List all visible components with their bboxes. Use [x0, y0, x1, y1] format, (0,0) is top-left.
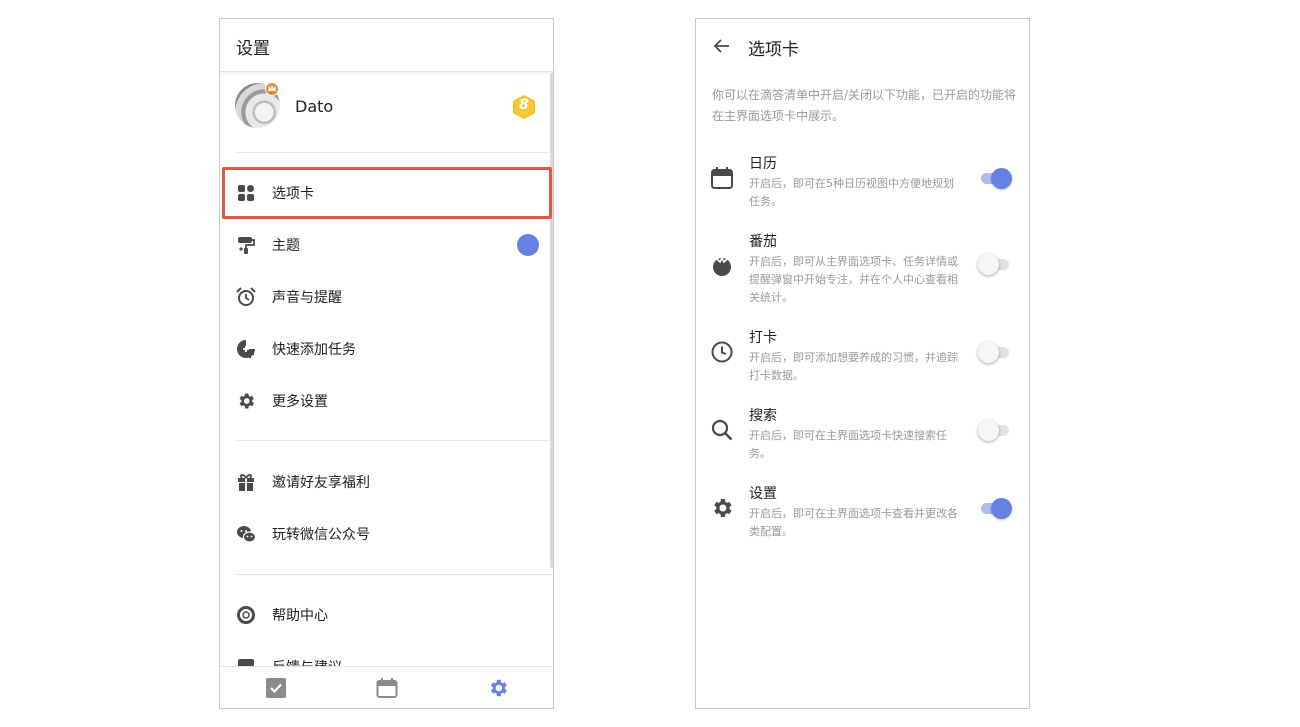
gift-icon [236, 472, 256, 492]
level-badge[interactable]: 8 [512, 94, 536, 120]
menu-item-invite-friends[interactable]: 邀请好友享福利 [220, 456, 552, 508]
menu-item-label: 主题 [272, 238, 300, 254]
gear-icon [710, 496, 734, 520]
feature-title: 搜索 [749, 408, 777, 424]
quick-add-icon [236, 339, 256, 359]
calendar-icon[interactable] [376, 677, 398, 699]
paint-roller-icon [236, 235, 256, 255]
bottom-navigation [220, 666, 553, 708]
settings-icon[interactable] [487, 677, 509, 699]
pomodoro-toggle[interactable] [978, 253, 1012, 275]
menu-item-tabs[interactable]: 选项卡 [220, 167, 552, 219]
menu-item-label: 邀请好友享福利 [272, 475, 370, 491]
calendar-toggle[interactable] [978, 167, 1012, 189]
divider [236, 152, 552, 153]
gear-icon [236, 391, 256, 411]
feature-description: 开启后，即可在主界面选项卡查看并更改各类配置。 [749, 507, 958, 538]
feature-pomodoro: 番茄 开启后，即可从主界面选项卡、任务详情或提醒弹窗中开始专注，并在个人中心查看… [696, 231, 1029, 304]
search-toggle[interactable] [978, 419, 1012, 441]
menu-item-wechat[interactable]: 玩转微信公众号 [220, 508, 552, 560]
tasks-icon[interactable] [265, 677, 287, 699]
feature-calendar: 日历 开启后，即可在5种日历视图中方便地规划任务。 [696, 153, 1029, 223]
settings-header: 设置 [220, 19, 553, 72]
menu-item-label: 更多设置 [272, 394, 328, 410]
feature-description: 开启后，即可添加想要养成的习惯，并追踪打卡数据。 [749, 351, 958, 382]
feature-title: 设置 [749, 486, 777, 502]
menu-item-help-center[interactable]: 帮助中心 [220, 589, 552, 641]
menu-item-label: 快速添加任务 [272, 342, 356, 358]
page-title: 设置 [236, 39, 270, 59]
tomato-icon [710, 253, 734, 277]
tabs-grid-icon [236, 183, 256, 203]
theme-color-swatch [517, 234, 539, 256]
feature-habit: 打卡 开启后，即可添加想要养成的习惯，并追踪打卡数据。 [696, 327, 1029, 397]
lifebuoy-icon [236, 605, 256, 625]
menu-item-label: 玩转微信公众号 [272, 527, 370, 543]
scrollbar[interactable] [550, 73, 553, 568]
clock-icon [710, 340, 734, 364]
habit-toggle[interactable] [978, 341, 1012, 363]
divider [236, 440, 552, 441]
back-arrow-icon[interactable] [712, 36, 732, 56]
settings-screen: 设置 Dato 8 选项卡 主题 声音与提醒 快速添加任务 更多设置 邀请好友享… [219, 18, 554, 709]
tabs-description: 你可以在滴答清单中开启/关闭以下功能，已开启的功能将在主界面选项卡中展示。 [712, 88, 1017, 123]
feature-search: 搜索 开启后，即可在主界面选项卡快速搜索任务。 [696, 405, 1029, 475]
menu-item-sound-reminder[interactable]: 声音与提醒 [220, 271, 552, 323]
username: Dato [295, 97, 334, 116]
feature-description: 开启后，即可在5种日历视图中方便地规划任务。 [749, 177, 954, 208]
feature-settings: 设置 开启后，即可在主界面选项卡查看并更改各类配置。 [696, 483, 1029, 553]
tabs-header: 选项卡 [696, 19, 1029, 73]
feature-description: 开启后，即可从主界面选项卡、任务详情或提醒弹窗中开始专注，并在个人中心查看相关统… [749, 255, 958, 304]
feature-title: 日历 [749, 156, 777, 172]
feature-title: 打卡 [749, 330, 777, 346]
feature-description: 开启后，即可在主界面选项卡快速搜索任务。 [749, 429, 947, 460]
menu-item-quick-add[interactable]: 快速添加任务 [220, 323, 552, 375]
menu-item-label: 选项卡 [272, 186, 314, 202]
wechat-icon [236, 524, 257, 544]
menu-item-more-settings[interactable]: 更多设置 [220, 375, 552, 427]
crown-badge-icon [265, 82, 279, 96]
menu-item-label: 帮助中心 [272, 608, 328, 624]
search-icon [710, 418, 734, 442]
menu-item-theme[interactable]: 主题 [220, 219, 552, 271]
divider [236, 574, 552, 575]
feature-title: 番茄 [749, 234, 777, 250]
level-number: 8 [519, 97, 529, 113]
calendar-icon [710, 166, 734, 190]
tabs-screen: 选项卡 你可以在滴答清单中开启/关闭以下功能，已开启的功能将在主界面选项卡中展示… [695, 18, 1030, 709]
menu-item-label: 声音与提醒 [272, 290, 342, 306]
settings-toggle[interactable] [978, 497, 1012, 519]
profile-row[interactable]: Dato 8 [220, 75, 553, 153]
alarm-clock-icon [236, 287, 256, 307]
page-title: 选项卡 [748, 40, 799, 60]
